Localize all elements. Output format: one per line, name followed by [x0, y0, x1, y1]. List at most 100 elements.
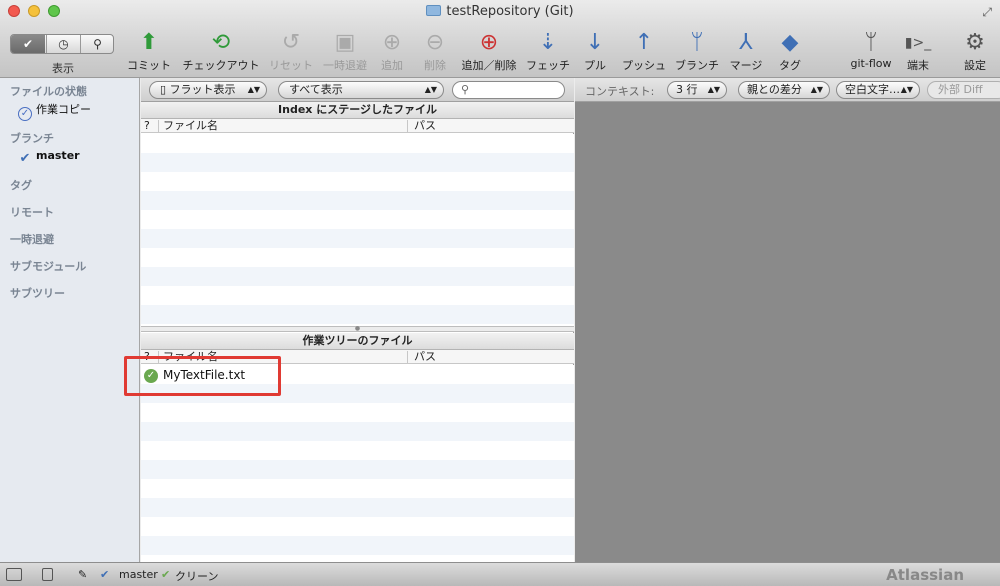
sidebar-section-tags[interactable]: タグ — [10, 177, 32, 193]
diff-vs-parent-label: 親との差分 — [747, 83, 802, 96]
remove-label: 削除 — [424, 59, 446, 72]
commit-icon: ⬆ — [139, 30, 159, 55]
merge-button[interactable]: ⅄ マージ — [728, 29, 764, 73]
settings-label: 設定 — [964, 59, 986, 72]
working-copy-check-icon: ✓ — [18, 107, 32, 121]
git-flow-label: git-flow — [850, 57, 892, 70]
search-view-magnifier-icon[interactable]: ⚲ — [80, 35, 113, 53]
commit-button[interactable]: ⬆ コミット — [126, 29, 172, 73]
checkout-button[interactable]: ⟲ チェックアウト — [180, 29, 262, 73]
terminal-button[interactable]: ▮>_ 端末 — [903, 29, 933, 73]
file-status-view-checkmark-icon[interactable]: ✔ — [11, 35, 45, 53]
status-column-header[interactable]: ? — [144, 119, 150, 132]
sidebar-item-working-copy[interactable]: ✓ 作業コピー — [18, 101, 91, 121]
popup-arrows-icon: ▲▼ — [707, 85, 720, 94]
context-lines-value: 3 行 — [676, 83, 698, 96]
sidebar-section-subtrees[interactable]: サブツリー — [10, 285, 65, 301]
window-title-text: testRepository (Git) — [446, 4, 574, 19]
staged-column-header: ? ファイル名 パス — [141, 119, 574, 133]
whitespace-popup[interactable]: 空白文字… ▲▼ — [836, 81, 920, 99]
add-icon: ⊕ — [382, 30, 402, 55]
path-column-header[interactable]: パス — [414, 350, 436, 363]
pull-button[interactable]: ↓ プル — [580, 29, 610, 73]
fetch-icon: ⇣ — [538, 30, 558, 55]
git-flow-button[interactable]: ᛘ git-flow — [846, 29, 896, 70]
add-remove-icon: ⊕ — [479, 30, 499, 55]
show-all-label: すべて表示 — [289, 83, 343, 96]
branch-icon: ᛘ — [690, 30, 704, 55]
status-clean-text: クリーン — [175, 570, 219, 583]
stash-label: 一時退避 — [323, 59, 367, 72]
popup-arrows-icon: ▲▼ — [810, 85, 823, 94]
popup-arrows-icon: ▲▼ — [900, 85, 913, 94]
diff-vs-parent-popup[interactable]: 親との差分 ▲▼ — [738, 81, 830, 99]
sidebar-section-stashes[interactable]: 一時退避 — [10, 231, 54, 247]
popup-arrows-icon: ▲▼ — [424, 85, 437, 94]
app-window: testRepository (Git) ⤢ ✔ ◷ ⚲ 表示 ⬆ コミット ⟲ チ… — [0, 0, 1000, 586]
branch-status-icon: ✔ — [100, 568, 110, 581]
remove-icon: ⊖ — [425, 30, 445, 55]
search-input[interactable]: ⚲ — [452, 81, 565, 99]
staged-files-title: Index にステージしたファイル — [141, 102, 574, 119]
edit-icon[interactable]: ✎ — [78, 568, 87, 581]
window-title: testRepository (Git) — [0, 4, 1000, 19]
push-button[interactable]: ↑ プッシュ — [620, 29, 668, 73]
clean-status-icon: ✔ — [161, 568, 171, 581]
diff-pane: コンテキスト: 3 行 ▲▼ 親との差分 ▲▼ 空白文字… ▲▼ 外部 Diff — [575, 78, 1000, 562]
merge-icon: ⅄ — [739, 30, 753, 55]
terminal-label: 端末 — [907, 59, 929, 72]
tag-button[interactable]: ◆ タグ — [775, 29, 805, 73]
sidebar-item-master[interactable]: ✔ master — [18, 149, 80, 167]
view-mode-segmented-control[interactable]: ✔ ◷ ⚲ — [10, 34, 114, 54]
log-view-clock-icon[interactable]: ◷ — [46, 35, 80, 53]
branch-button[interactable]: ᛘ ブランチ — [674, 29, 720, 73]
working-tree-files-title: 作業ツリーのファイル — [141, 333, 574, 350]
terminal-icon: ▮>_ — [904, 35, 932, 51]
add-remove-button[interactable]: ⊕ 追加／削除 — [459, 29, 519, 73]
push-label: プッシュ — [622, 59, 666, 72]
whitespace-label: 空白文字… — [845, 83, 900, 96]
toggle-pane-icon[interactable] — [42, 568, 53, 581]
remove-button[interactable]: ⊖ 削除 — [418, 29, 452, 73]
sidebar-section-file-status[interactable]: ファイルの状態 — [10, 83, 87, 99]
stash-button[interactable]: ▣ 一時退避 — [321, 29, 369, 73]
flat-view-popup[interactable]: ▯ フラット表示 ▲▼ — [149, 81, 267, 99]
sidebar-section-remotes[interactable]: リモート — [10, 204, 54, 220]
branch-label: ブランチ — [675, 59, 719, 72]
status-bar: ✎ ✔ master ✔ クリーン Atlassian — [0, 562, 1000, 586]
sidebar-section-branches[interactable]: ブランチ — [10, 130, 54, 146]
tag-label: タグ — [779, 59, 801, 72]
context-lines-popup[interactable]: 3 行 ▲▼ — [667, 81, 727, 99]
fetch-button[interactable]: ⇣ フェッチ — [524, 29, 572, 73]
external-diff-button[interactable]: 外部 Diff — [927, 81, 1000, 99]
pull-label: プル — [584, 59, 606, 72]
document-icon: ▯ — [160, 83, 170, 96]
pane-split-handle[interactable]: ● — [141, 326, 574, 332]
reset-button[interactable]: ↺ リセット — [267, 29, 315, 73]
stash-icon: ▣ — [334, 30, 356, 55]
add-remove-label: 追加／削除 — [461, 59, 517, 72]
context-label: コンテキスト: — [585, 85, 655, 98]
title-toolbar: testRepository (Git) ⤢ ✔ ◷ ⚲ 表示 ⬆ コミット ⟲ チ… — [0, 0, 1000, 78]
fetch-label: フェッチ — [526, 59, 570, 72]
add-button[interactable]: ⊕ 追加 — [375, 29, 409, 73]
sidebar: ファイルの状態 ✓ 作業コピー ブランチ ✔ master タグ リモート 一時退避… — [0, 78, 140, 562]
show-all-popup[interactable]: すべて表示 ▲▼ — [278, 81, 444, 99]
sidebar-section-submodules[interactable]: サブモジュール — [10, 258, 86, 274]
status-branch-name: master — [119, 568, 158, 581]
settings-gear-icon: ⚙ — [965, 30, 985, 55]
commit-label: コミット — [127, 59, 171, 72]
checkout-icon: ⟲ — [211, 30, 231, 55]
checkout-label: チェックアウト — [182, 59, 260, 72]
master-label: master — [36, 149, 80, 162]
view-label: 表示 — [52, 62, 74, 75]
staged-file-list[interactable] — [141, 134, 574, 326]
push-icon: ↑ — [634, 30, 654, 55]
fullscreen-icon[interactable]: ⤢ — [982, 5, 992, 20]
toggle-sidebar-icon[interactable] — [6, 568, 22, 581]
folder-icon — [426, 5, 442, 16]
settings-button[interactable]: ⚙ 設定 — [960, 29, 990, 73]
filename-column-header[interactable]: ファイル名 — [163, 119, 218, 132]
reset-icon: ↺ — [281, 30, 301, 55]
path-column-header[interactable]: パス — [414, 119, 436, 132]
